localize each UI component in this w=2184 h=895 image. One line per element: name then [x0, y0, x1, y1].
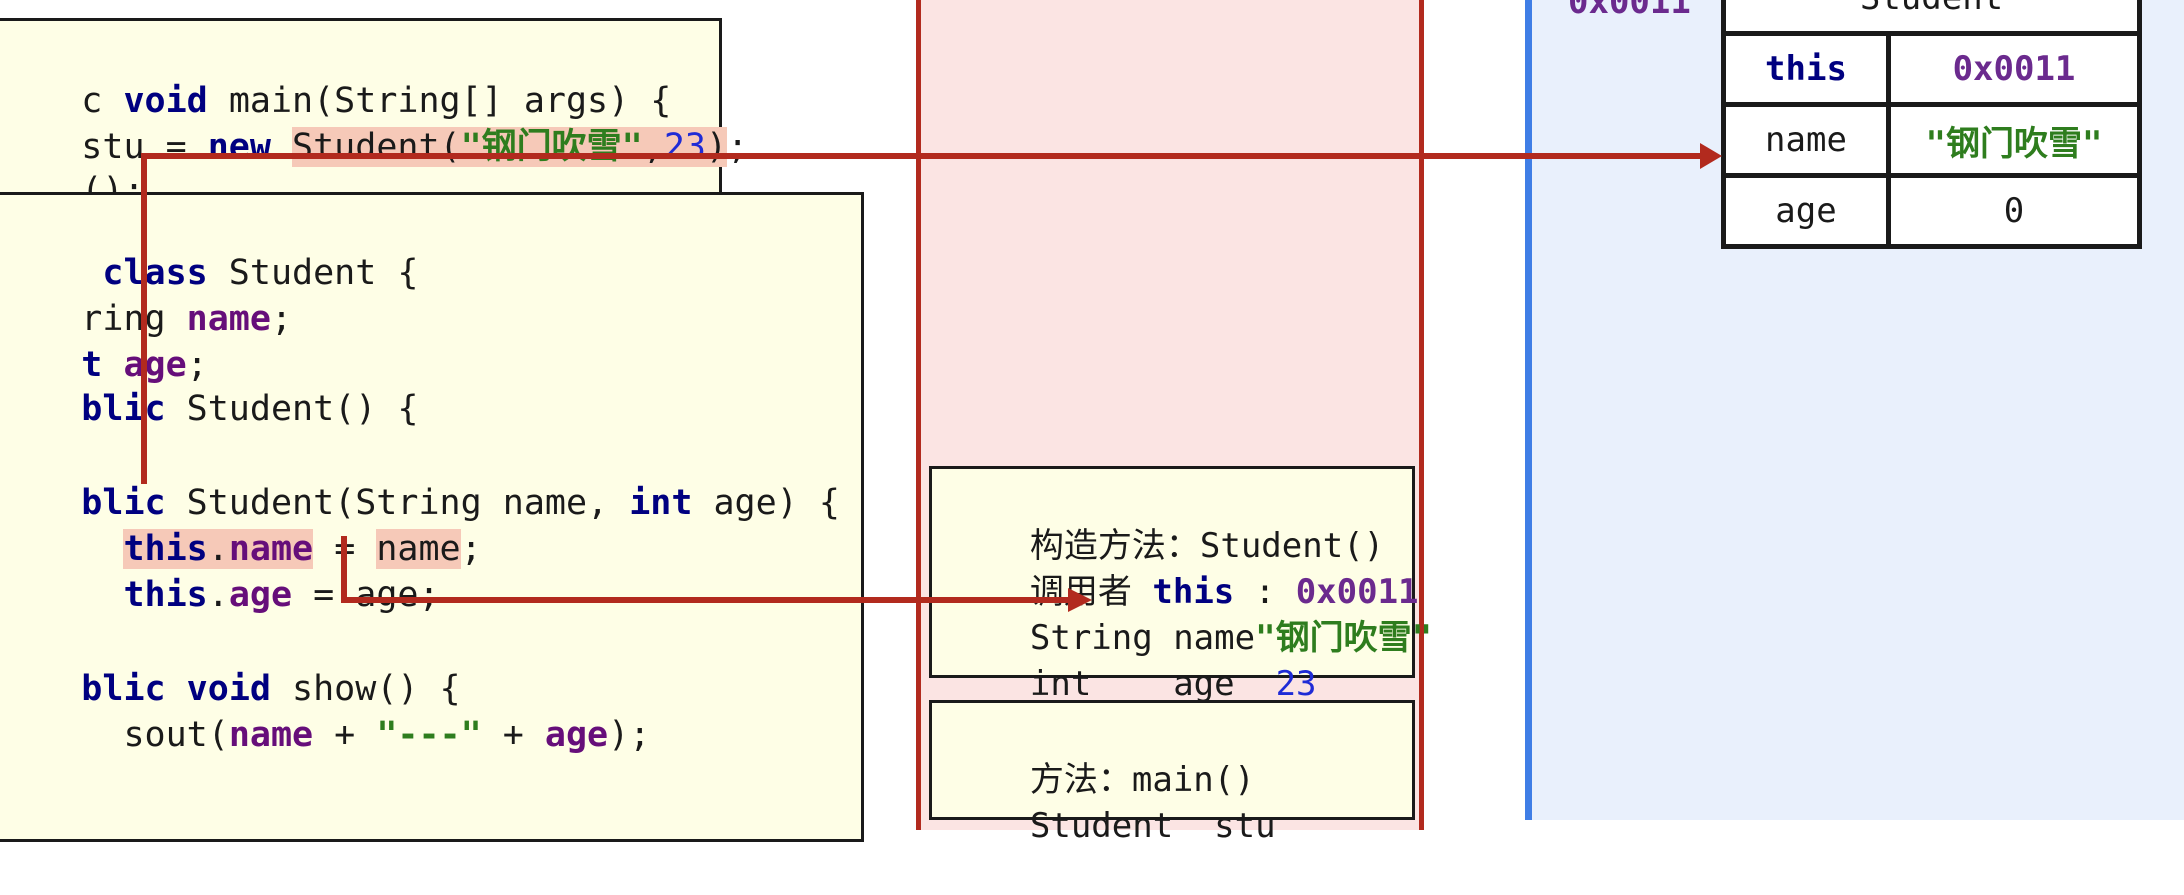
arrow-this-name-to-heap-head: [1700, 143, 1722, 169]
reference-arrows: [141, 143, 1722, 612]
arrow-this-name-to-heap: [141, 153, 1700, 484]
arrow-name-param-to-frame: [341, 536, 1070, 603]
arrow-name-param-to-frame-head: [1068, 588, 1092, 612]
